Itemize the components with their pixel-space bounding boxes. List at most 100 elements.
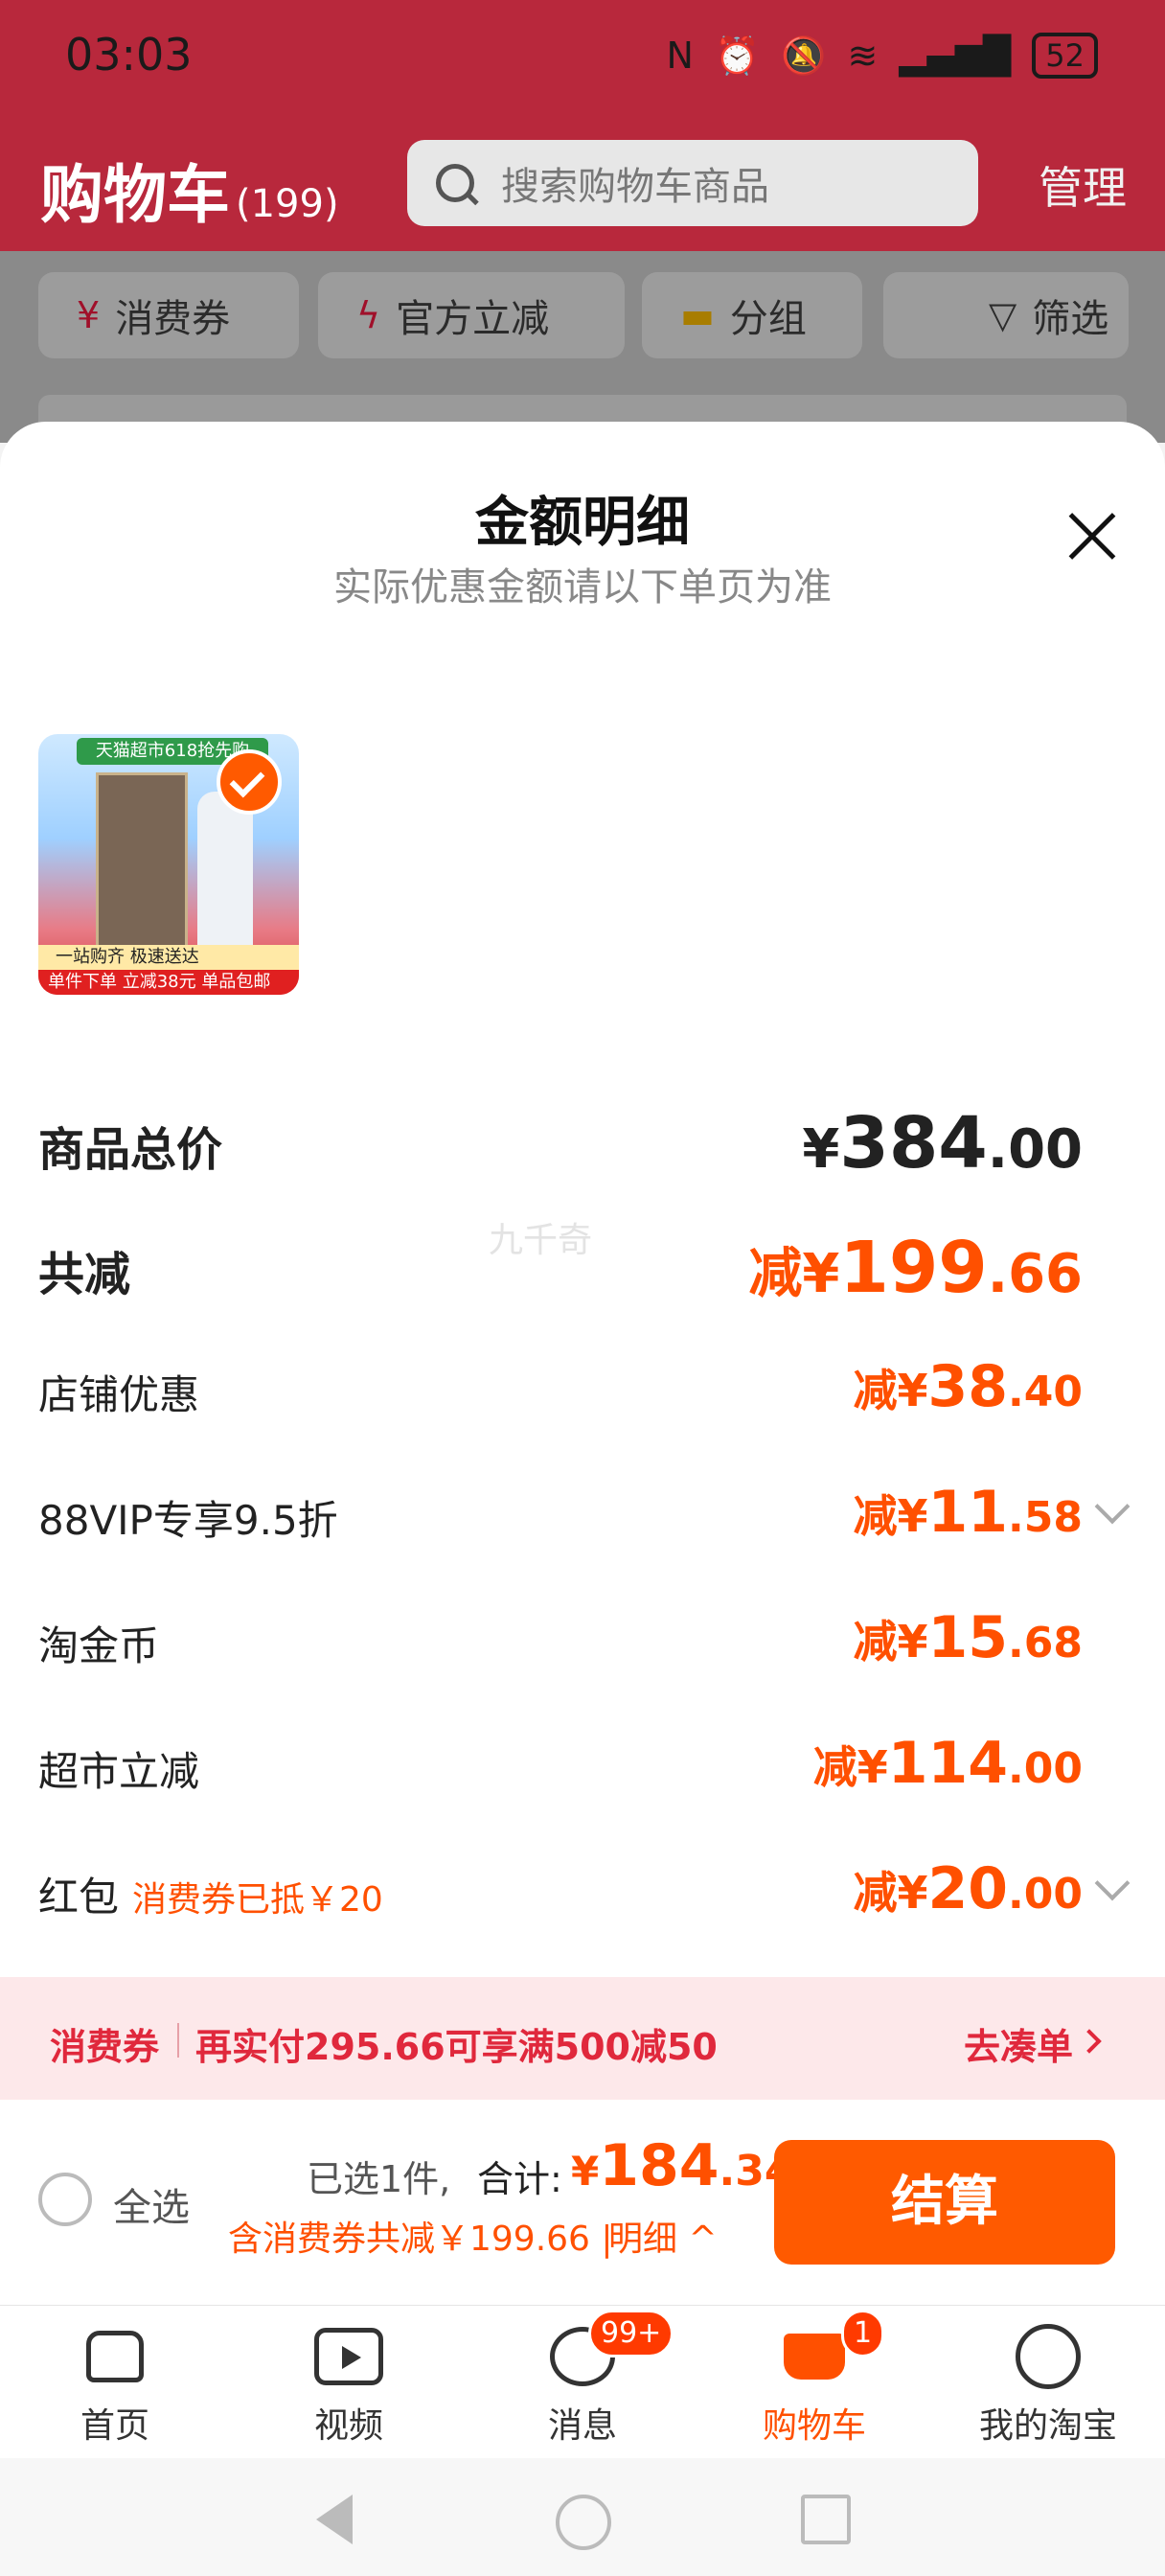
sheet-subtitle: 实际优惠金额请以下单页为准 (333, 565, 832, 610)
row-value-int: 199 (839, 1227, 988, 1309)
tab-messages[interactable]: 消息 99+ (468, 2310, 697, 2448)
search-icon (436, 164, 474, 202)
home-icon (86, 2331, 144, 2382)
row-value-prefix: 减¥ (853, 1365, 928, 1416)
row-value: ¥384.00 (802, 1102, 1083, 1184)
page-title: 购物车 (199) (40, 144, 339, 236)
coupon-applied-tag: 消费券已抵￥20 (132, 1880, 383, 1920)
row-value-dec: .68 (1008, 1619, 1083, 1668)
row-shop-discount: 店铺优惠 减¥38.40 (38, 1353, 1083, 1430)
row-value-prefix: 减¥ (853, 1616, 928, 1668)
chevron-right-icon (1077, 2029, 1102, 2054)
checkout-bar: 全选 已选1件, 合计: ¥184.34 含消费券共减￥199.66 | 明细 … (0, 2100, 1165, 2305)
row-value-int: 11 (927, 1479, 1009, 1546)
row-label: 超市立减 (38, 1748, 200, 1795)
nfc-icon: N (666, 34, 694, 77)
discount-summary: 含消费券共减￥199.66 | (228, 2220, 613, 2259)
sheet-title: 金额明细 (475, 492, 690, 554)
row-value-int: 15 (927, 1604, 1009, 1671)
coupon-promo-banner[interactable]: 消费券 再实付295.66可享满500减50 去凑单 (0, 1977, 1165, 2100)
filter-icon: ▽ (989, 294, 1017, 336)
filter-official-discount[interactable]: ϟ 官方立减 (318, 272, 625, 358)
row-value: 减¥38.40 (854, 1353, 1083, 1420)
smile-icon (1016, 2324, 1081, 2389)
product-box-image (96, 772, 188, 960)
status-time: 03:03 (65, 29, 193, 80)
search-bar[interactable]: 搜索购物车商品 (407, 140, 978, 226)
row-value-dec: .40 (1008, 1368, 1083, 1416)
row-label: 共减 (38, 1248, 131, 1301)
tab-cart[interactable]: 购物车 1 (699, 2310, 929, 2448)
system-nav-bar (0, 2458, 1165, 2576)
row-label: 淘金币 (38, 1622, 160, 1669)
total-int: 184 (599, 2132, 720, 2199)
row-vip-discount[interactable]: 88VIP专享9.5折 减¥11.58 (38, 1479, 1131, 1555)
product-strip-bottom: 单件下单 立减38元 单品包邮 (38, 970, 299, 995)
filter-screen[interactable]: ▽ 筛选 (883, 272, 1129, 358)
tab-home-label: 首页 (80, 2406, 149, 2446)
row-value: 减¥114.00 (813, 1730, 1083, 1797)
tab-my-taobao-label: 我的淘宝 (978, 2406, 1117, 2446)
row-value-int: 20 (927, 1855, 1009, 1922)
row-value: 减¥199.66 (748, 1227, 1083, 1309)
filter-group[interactable]: ▬ 分组 (642, 272, 862, 358)
status-icons: N ⏰ 🔕 ≋ ▂▄▆█ 52 (666, 33, 1098, 79)
back-icon[interactable] (316, 2495, 353, 2544)
recent-apps-icon[interactable] (801, 2495, 851, 2544)
home-circle-icon[interactable] (556, 2495, 611, 2550)
total-amount: ¥184.34 (571, 2132, 793, 2199)
total-label: 合计: (477, 2158, 562, 2200)
status-bar: 03:03 N ⏰ 🔕 ≋ ▂▄▆█ 52 (0, 0, 1165, 115)
filter-coupon-label: 消费券 (115, 297, 231, 341)
promo-text: 再实付295.66可享满500减50 (195, 2026, 718, 2068)
row-value-dec: .00 (987, 1118, 1083, 1181)
row-label: 店铺优惠 (38, 1371, 200, 1418)
row-taojinbi: 淘金币 减¥15.68 (38, 1604, 1083, 1681)
cart-badge: 1 (841, 2310, 885, 2358)
row-value-int: 38 (927, 1353, 1009, 1420)
tab-cart-label: 购物车 (762, 2406, 866, 2446)
select-all-radio[interactable] (38, 2173, 92, 2226)
header-area: 03:03 N ⏰ 🔕 ≋ ▂▄▆█ 52 购物车 (199) 搜索购物车商品 管… (0, 0, 1165, 251)
wifi-icon: ≋ (847, 34, 879, 77)
row-total-price: 商品总价 ¥384.00 (38, 1102, 1083, 1184)
tab-my-taobao[interactable]: 我的淘宝 (933, 2315, 1163, 2448)
product-bottle-image (197, 792, 253, 954)
row-value-prefix: 减¥ (748, 1243, 840, 1305)
select-all-label[interactable]: 全选 (113, 2176, 190, 2232)
product-thumbnail[interactable]: 天猫超市618抢先购 一站购齐 极速送达 单件下单 立减38元 单品包邮 (38, 734, 299, 995)
promo-divider (177, 2023, 179, 2058)
promo-action[interactable]: 去凑单 (964, 2017, 1073, 2070)
coupon-icon: ¥ (77, 294, 101, 336)
filter-coupon[interactable]: ¥ 消费券 (38, 272, 299, 358)
row-value: 减¥20.00 (854, 1855, 1083, 1922)
filter-screen-label: 筛选 (1032, 297, 1109, 341)
row-value-prefix: 减¥ (853, 1490, 928, 1542)
manage-button[interactable]: 管理 (1039, 153, 1127, 217)
row-red-packet[interactable]: 红包 消费券已抵￥20 减¥20.00 (38, 1855, 1131, 1932)
tab-home[interactable]: 首页 (0, 2315, 230, 2448)
row-value: 减¥15.68 (854, 1604, 1083, 1671)
row-value-prefix: ¥ (802, 1118, 840, 1181)
signal-icon: ▂▄▆█ (899, 34, 1012, 77)
page-title-text: 购物车 (40, 158, 230, 232)
detail-toggle[interactable]: 明细 ^ (608, 2211, 718, 2261)
filter-official-label: 官方立减 (396, 297, 550, 341)
row-label-wrap: 红包 消费券已抵￥20 (38, 1865, 383, 1923)
search-placeholder: 搜索购物车商品 (501, 165, 769, 209)
tab-video[interactable]: 视频 (234, 2315, 464, 2448)
check-icon (217, 749, 282, 815)
mute-icon: 🔕 (781, 34, 827, 77)
row-value: 减¥11.58 (854, 1479, 1083, 1546)
bottom-tab-bar: 首页 视频 消息 99+ 购物车 1 我的淘宝 (0, 2305, 1165, 2459)
selected-count: 已选1件, (307, 2158, 451, 2200)
checkout-button[interactable]: 结算 (774, 2140, 1115, 2265)
close-icon[interactable] (1065, 510, 1119, 564)
row-value-dec: .00 (1008, 1744, 1083, 1793)
promo-label: 消费券 (50, 2026, 160, 2068)
product-strip-top: 一站购齐 极速送达 (38, 945, 299, 970)
row-value-dec: .58 (1008, 1493, 1083, 1542)
row-value-prefix: 减¥ (812, 1741, 888, 1793)
lightning-icon: ϟ (356, 294, 381, 336)
row-value-prefix: 减¥ (853, 1867, 928, 1919)
